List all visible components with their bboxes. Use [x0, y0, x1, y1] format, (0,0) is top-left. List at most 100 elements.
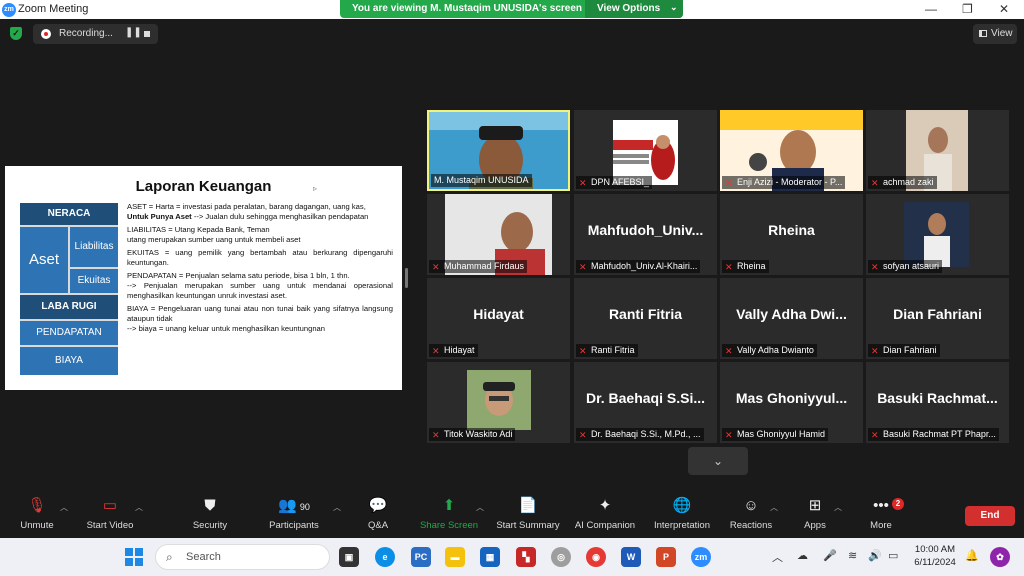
- liabilitas-text-2: utang merupakan sumber uang untuk membel…: [127, 235, 301, 244]
- muted-mic-icon: ✕: [725, 262, 733, 272]
- chrome-browser-icon[interactable]: ◉: [586, 547, 606, 567]
- app-grid-red-icon[interactable]: ▚: [516, 547, 536, 567]
- ai-companion-button[interactable]: ✦ AI Companion: [569, 496, 641, 531]
- reactions-caret-icon[interactable]: ︿: [770, 502, 778, 513]
- muted-mic-icon: ✕: [871, 346, 879, 356]
- video-options-caret-icon[interactable]: ︿: [135, 502, 143, 513]
- participant-tile[interactable]: ✕ achmad zaki: [866, 110, 1009, 191]
- participant-tile[interactable]: ✕ Titok Waskito Adi: [427, 362, 570, 443]
- audio-options-caret-icon[interactable]: ︿: [60, 502, 68, 513]
- participant-tile[interactable]: Hidayat ✕ Hidayat: [427, 278, 570, 359]
- participant-tile[interactable]: ✕ Muhammad Firdaus: [427, 194, 570, 275]
- share-screen-button[interactable]: ⬆ Share Screen: [413, 496, 485, 531]
- slide-title: Laporan Keuangan: [135, 178, 272, 195]
- participant-tile[interactable]: Ranti Fitria ✕ Ranti Fitria: [574, 278, 717, 359]
- participant-display-name: Dr. Baehaqi S.Si...: [585, 390, 706, 406]
- restore-icon[interactable]: ❐: [962, 2, 973, 16]
- windows-start-icon[interactable]: [125, 548, 143, 566]
- participant-display-name: Basuki Rachmat...: [877, 390, 998, 406]
- participant-tile[interactable]: Mahfudoh_Univ... ✕ Mahfudoh_Univ.Al-Khair…: [574, 194, 717, 275]
- interpretation-button[interactable]: 🌐 Interpretation: [646, 496, 718, 531]
- participant-tile[interactable]: ✕ Enji Azizi - Moderator - P...: [720, 110, 863, 191]
- unmute-label: Unmute: [20, 520, 54, 531]
- muted-mic-icon: ✕: [579, 262, 587, 272]
- participant-display-name: Rheina: [768, 222, 815, 238]
- split-resize-handle[interactable]: [405, 268, 408, 288]
- zoom-logo-icon: zm: [2, 3, 16, 17]
- screen-share-banner: You are viewing M. Mustaqim UNUSIDA's sc…: [340, 0, 683, 18]
- participant-tile[interactable]: Mas Ghoniyyul... ✕ Mas Ghoniyyul Hamid: [720, 362, 863, 443]
- aset-text: ASET = Harta = investasi pada peralatan,…: [127, 202, 366, 211]
- participant-tile[interactable]: M. Mustaqim UNUSIDA: [427, 110, 570, 191]
- tray-overflow-chevron-icon[interactable]: ︿: [772, 549, 783, 565]
- ai-sparkle-icon: ✦: [598, 497, 612, 514]
- biaya-block: BIAYA: [20, 347, 118, 375]
- laba-rugi-block: LABA RUGI: [20, 295, 118, 319]
- recording-indicator: Recording... ❚❚: [33, 24, 158, 44]
- pendapatan-text-2: --> Penjualan merupakan sumber uang untu…: [127, 281, 393, 300]
- view-options-label: View Options: [597, 3, 661, 14]
- cloud-sync-icon[interactable]: ☁: [797, 549, 808, 562]
- share-screen-label: Share Screen: [419, 520, 479, 531]
- task-view-icon[interactable]: ▣: [339, 547, 359, 567]
- view-button[interactable]: View: [973, 24, 1017, 44]
- muted-mic-icon: ✕: [579, 430, 587, 440]
- participant-display-name: Vally Adha Dwi...: [736, 306, 847, 322]
- participant-tile[interactable]: ✕ DPN AFEBSI_: [574, 110, 717, 191]
- encryption-shield-icon[interactable]: ✓: [10, 27, 22, 40]
- qa-button[interactable]: 💬 Q&A: [342, 496, 414, 531]
- edge-browser-icon[interactable]: e: [375, 547, 395, 567]
- file-explorer-icon[interactable]: ▬: [445, 547, 465, 567]
- clock-time: 10:00 AM: [914, 544, 956, 555]
- stop-recording-icon[interactable]: [144, 31, 150, 37]
- speaker-icon[interactable]: 🔊: [868, 549, 882, 562]
- copilot-icon[interactable]: ✿: [990, 547, 1010, 567]
- pause-recording-icon[interactable]: ❚❚: [125, 27, 142, 38]
- gallery-next-page-button[interactable]: ⌄: [688, 447, 748, 475]
- qa-label: Q&A: [367, 520, 389, 531]
- participant-name: ✕ Enji Azizi - Moderator - P...: [722, 176, 846, 189]
- powerpoint-icon[interactable]: P: [656, 547, 676, 567]
- microsoft-store-icon[interactable]: ▦: [480, 547, 500, 567]
- share-options-caret-icon[interactable]: ︿: [476, 502, 484, 513]
- participant-tile[interactable]: Dr. Baehaqi S.Si... ✕ Dr. Baehaqi S.Si., …: [574, 362, 717, 443]
- view-options-button[interactable]: View Options ⌄: [585, 0, 683, 18]
- word-icon[interactable]: W: [621, 547, 641, 567]
- participant-tile[interactable]: Dian Fahriani ✕ Dian Fahriani: [866, 278, 1009, 359]
- participant-tile[interactable]: ✕ sofyan atsauri: [866, 194, 1009, 275]
- participant-profile-image: [904, 202, 969, 267]
- pc-manager-icon[interactable]: PC: [411, 547, 431, 567]
- zoom-taskbar-icon[interactable]: zm: [691, 547, 711, 567]
- ekuitas-text: EKUITAS = uang pemilik yang bertambah at…: [127, 248, 393, 267]
- clock-date: 6/11/2024: [914, 557, 956, 568]
- battery-icon[interactable]: ▭: [888, 549, 898, 562]
- liabilitas-block: Liabilitas: [70, 227, 118, 267]
- interpretation-label: Interpretation: [654, 520, 710, 531]
- muted-mic-icon: ✕: [579, 178, 587, 188]
- minimize-icon[interactable]: —: [925, 2, 937, 16]
- participant-tile[interactable]: Vally Adha Dwi... ✕ Vally Adha Dwianto: [720, 278, 863, 359]
- security-button[interactable]: ⛊ Security: [174, 496, 246, 531]
- chevron-down-icon: ⌄: [712, 454, 724, 468]
- start-summary-button[interactable]: 📄 Start Summary: [492, 496, 564, 531]
- participants-options-caret-icon[interactable]: ︿: [333, 502, 341, 513]
- apps-caret-icon[interactable]: ︿: [834, 502, 842, 513]
- taskbar-search-box[interactable]: ⌕ Search: [155, 544, 330, 570]
- taskbar-clock[interactable]: 10:00 AM 6/11/2024: [910, 543, 960, 569]
- windows-taskbar: ⌕ Search ▣ e PC ▬ ▦ ▚ ◎ ◉ W P zm ︿ ☁ 🎤 ≋…: [0, 538, 1024, 576]
- microphone-tray-icon[interactable]: 🎤: [823, 549, 837, 562]
- end-meeting-button[interactable]: End: [965, 506, 1015, 526]
- close-icon[interactable]: ✕: [999, 2, 1009, 16]
- notification-bell-icon[interactable]: 🔔: [965, 549, 979, 562]
- viewing-banner-text: You are viewing M. Mustaqim UNUSIDA's sc…: [352, 3, 583, 14]
- app-circle-icon[interactable]: ◎: [551, 547, 571, 567]
- wifi-icon[interactable]: ≋: [848, 549, 857, 562]
- participant-profile-image: [467, 370, 531, 430]
- search-placeholder: Search: [186, 551, 221, 563]
- participant-tile[interactable]: Basuki Rachmat... ✕ Basuki Rachmat PT Pha…: [866, 362, 1009, 443]
- participants-button[interactable]: 👥 90 Participants: [258, 496, 330, 531]
- more-button[interactable]: ••• More: [845, 496, 917, 531]
- participant-tile[interactable]: Rheina ✕ Rheina: [720, 194, 863, 275]
- participant-display-name: Hidayat: [473, 306, 524, 322]
- muted-mic-icon: ✕: [432, 262, 440, 272]
